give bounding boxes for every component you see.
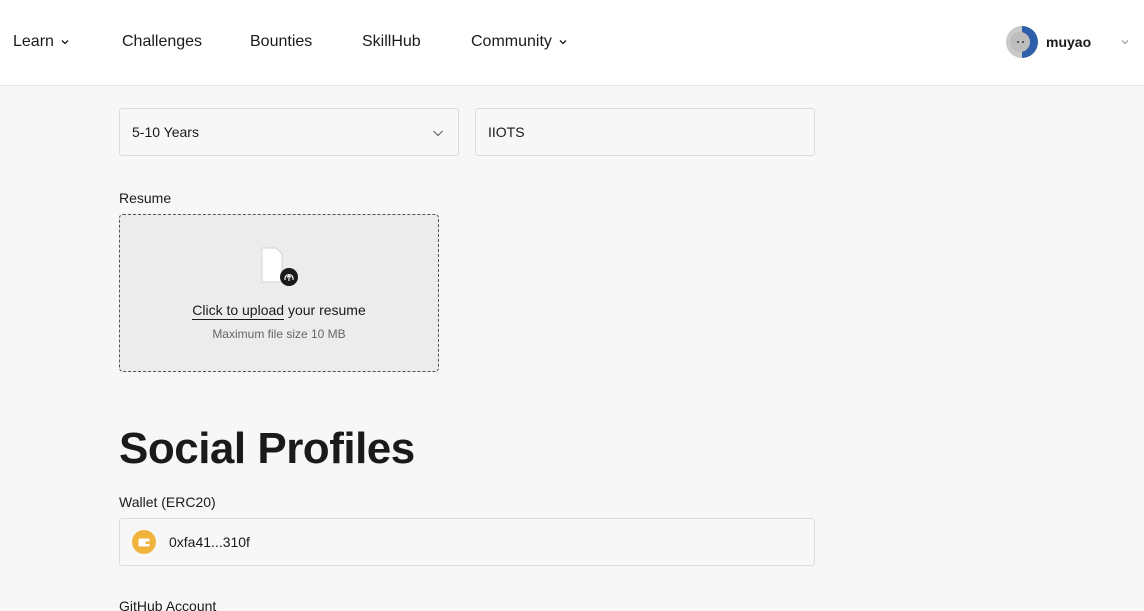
nav-bounties-label: Bounties	[250, 33, 313, 50]
nav-community[interactable]: Community	[471, 31, 568, 53]
username: muyao	[1046, 34, 1092, 50]
organization-input[interactable]: IIOTS	[475, 108, 815, 156]
github-label: GitHub Account	[119, 598, 217, 611]
nav-learn-label: Learn	[13, 33, 54, 50]
nav-challenges[interactable]: Challenges	[122, 31, 202, 53]
experience-value: 5-10 Years	[132, 124, 199, 140]
chevron-down-icon	[433, 130, 443, 137]
upload-suffix: your resume	[284, 302, 366, 318]
wallet-field[interactable]: 0xfa41...310f	[119, 518, 815, 566]
chevron-down-icon[interactable]	[1120, 37, 1130, 47]
nav-skillhub-label: SkillHub	[362, 33, 421, 50]
wallet-icon	[132, 530, 156, 554]
chevron-down-icon	[61, 40, 69, 45]
avatar-icon	[1006, 26, 1038, 58]
wallet-address: 0xfa41...310f	[169, 534, 250, 550]
nav-bounties[interactable]: Bounties	[250, 31, 312, 53]
wallet-label: Wallet (ERC20)	[119, 494, 216, 510]
file-upload-icon	[261, 247, 298, 286]
experience-select[interactable]: 5-10 Years	[119, 108, 459, 156]
top-nav: Learn Challenges Bounties SkillHub Commu…	[0, 0, 1144, 86]
chevron-down-icon	[559, 40, 567, 45]
user-menu[interactable]: muyao	[1006, 26, 1091, 58]
nav-skillhub[interactable]: SkillHub	[362, 31, 421, 53]
upload-link[interactable]: Click to upload	[192, 302, 285, 320]
organization-value: IIOTS	[488, 124, 525, 140]
resume-label: Resume	[119, 190, 172, 206]
nav-community-label: Community	[471, 33, 552, 50]
max-file-size: Maximum file size 10 MB	[212, 327, 346, 341]
section-title-social-profiles: Social Profiles	[119, 424, 415, 473]
nav-learn[interactable]: Learn	[13, 31, 70, 53]
resume-upload-dropzone[interactable]: Click to upload your resume Maximum file…	[119, 214, 439, 372]
nav-challenges-label: Challenges	[122, 33, 203, 50]
